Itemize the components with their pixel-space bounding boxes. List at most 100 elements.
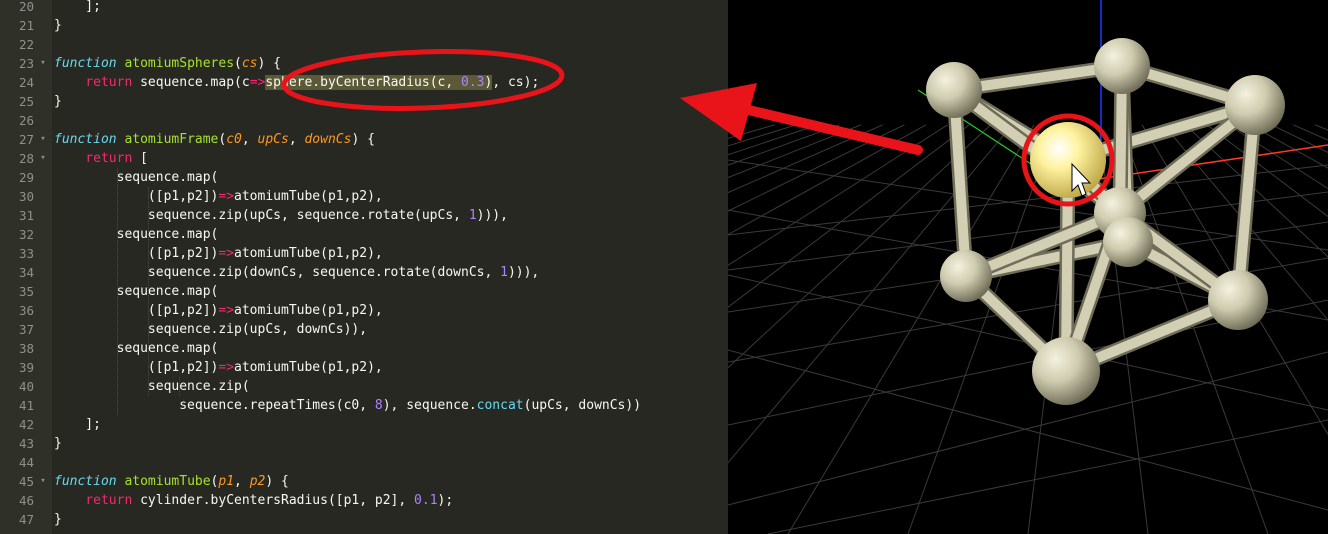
code-token: atomiumTube(p1,p2), bbox=[234, 360, 383, 375]
code-text: ]; bbox=[54, 415, 101, 434]
indent-guide bbox=[147, 187, 149, 396]
code-token: c0 bbox=[226, 132, 242, 147]
grid-line bbox=[728, 124, 992, 369]
code-line[interactable]: 30 ([p1,p2])=>atomiumTube(p1,p2), bbox=[0, 187, 728, 206]
grid-line bbox=[907, 124, 1057, 534]
code-line[interactable]: 28 ▾ return [ bbox=[0, 149, 728, 168]
code-token: , cs); bbox=[492, 75, 540, 90]
code-line[interactable]: 25} bbox=[0, 92, 728, 111]
code-line[interactable]: 20 ]; bbox=[0, 0, 728, 16]
code-line[interactable]: 21} bbox=[0, 16, 728, 35]
line-number: 39 bbox=[18, 360, 34, 375]
code-line[interactable]: 40 sequence.zip( bbox=[0, 377, 728, 396]
code-token: [ bbox=[132, 151, 148, 166]
code-text: ]; bbox=[54, 0, 101, 16]
code-line[interactable]: 27 ▾ function atomiumFrame(c0, upCs, downC… bbox=[0, 130, 728, 149]
fold-toggle-icon[interactable]: ▾ bbox=[37, 472, 49, 491]
code-text: sequence.zip( bbox=[54, 377, 250, 396]
sphere[interactable] bbox=[1103, 217, 1153, 267]
code-token: ([p1,p2]) bbox=[54, 303, 219, 318]
grid-line bbox=[728, 349, 1328, 511]
line-number: 33 bbox=[18, 246, 34, 261]
code-line[interactable]: 34 sequence.zip(downCs, sequence.rotate(… bbox=[0, 263, 728, 282]
code-line[interactable]: 22 bbox=[0, 35, 728, 54]
fold-toggle-icon[interactable]: ▾ bbox=[37, 54, 49, 73]
code-line[interactable]: 47} bbox=[0, 510, 728, 529]
code-token: p1 bbox=[218, 474, 235, 489]
code-token: 1 bbox=[468, 208, 477, 223]
sphere[interactable] bbox=[1094, 38, 1150, 94]
code-text: } bbox=[54, 92, 62, 111]
grid-line bbox=[728, 124, 840, 166]
code-line[interactable]: 45 ▾ function atomiumTube(p1, p2) { bbox=[0, 472, 728, 491]
grid-line bbox=[728, 124, 775, 139]
code-line[interactable]: 31 sequence.zip(upCs, sequence.rotate(up… bbox=[0, 206, 728, 225]
code-token: ); bbox=[437, 493, 454, 508]
selected-sphere[interactable] bbox=[1030, 122, 1106, 198]
grid-line bbox=[728, 351, 1328, 506]
code-line[interactable]: 36 ([p1,p2])=>atomiumTube(p1,p2), bbox=[0, 301, 728, 320]
code-line[interactable]: 29 sequence.map( bbox=[0, 168, 728, 187]
code-line[interactable]: 43} bbox=[0, 434, 728, 453]
code-line[interactable]: 46 return cylinder.byCentersRadius([p1, … bbox=[0, 491, 728, 510]
code-line[interactable]: 32 sequence.map( bbox=[0, 225, 728, 244]
sphere[interactable] bbox=[1225, 75, 1285, 135]
code-text: ([p1,p2])=>atomiumTube(p1,p2), bbox=[54, 301, 383, 320]
code-token: sequence.repeatTimes(c0, bbox=[54, 398, 375, 413]
fold-toggle-icon[interactable]: ▾ bbox=[37, 130, 49, 149]
line-number: 46 bbox=[18, 493, 34, 508]
line-number: 48 bbox=[0, 529, 34, 534]
code-text: } bbox=[54, 434, 62, 453]
indent-guide bbox=[116, 168, 118, 415]
code-token: concat bbox=[476, 398, 524, 413]
code-token: function bbox=[54, 56, 117, 71]
code-line[interactable]: 33 ([p1,p2])=>atomiumTube(p1,p2), bbox=[0, 244, 728, 263]
sphere[interactable] bbox=[940, 250, 992, 302]
code-token: function bbox=[54, 474, 117, 489]
code-line[interactable]: 37 sequence.zip(upCs, downCs)), bbox=[0, 320, 728, 339]
line-number: 43 bbox=[18, 436, 34, 451]
code-line[interactable]: 41 sequence.repeatTimes(c0, 8), sequence… bbox=[0, 396, 728, 415]
code-line[interactable]: 42 ]; bbox=[0, 415, 728, 434]
grid-line bbox=[728, 124, 884, 194]
3d-scene[interactable] bbox=[728, 0, 1328, 534]
code-token: sequence.map( bbox=[54, 341, 219, 356]
code-token: atomiumTube bbox=[124, 474, 211, 489]
line-number: 30 bbox=[18, 189, 34, 204]
code-text: ([p1,p2])=>atomiumTube(p1,p2), bbox=[54, 358, 383, 377]
code-line[interactable]: 44 bbox=[0, 453, 728, 472]
grid-line bbox=[1271, 124, 1328, 153]
3d-viewport[interactable] bbox=[728, 0, 1328, 534]
line-number: 41 bbox=[18, 398, 34, 413]
code-text: return cylinder.byCentersRadius([p1, p2]… bbox=[54, 491, 453, 510]
code-line[interactable]: 48 bbox=[0, 529, 728, 534]
code-token: ))), bbox=[476, 208, 508, 223]
code-token: return bbox=[85, 75, 133, 90]
code-token: } bbox=[54, 512, 62, 527]
code-line[interactable]: 39 ([p1,p2])=>atomiumTube(p1,p2), bbox=[0, 358, 728, 377]
code-text: function atomiumSpheres(cs) { bbox=[54, 54, 281, 73]
line-number: 38 bbox=[18, 341, 34, 356]
code-line[interactable]: 23 ▾ function atomiumSpheres(cs) { bbox=[0, 54, 728, 73]
code-token: 1 bbox=[500, 265, 508, 280]
code-token: => bbox=[218, 189, 235, 204]
line-number: 23 bbox=[18, 56, 34, 71]
code-token: return bbox=[85, 493, 133, 508]
code-token: sequence.zip(downCs, sequence.rotate(dow… bbox=[54, 265, 501, 280]
code-token: sequence.map(c bbox=[132, 75, 250, 90]
code-token: } bbox=[54, 18, 62, 33]
code-line[interactable]: 26 bbox=[0, 111, 728, 130]
sphere[interactable] bbox=[926, 62, 982, 118]
code-line[interactable]: 35 sequence.map( bbox=[0, 282, 728, 301]
code-token: upCs bbox=[257, 132, 289, 147]
sphere[interactable] bbox=[1032, 337, 1100, 405]
code-editor[interactable]: 20 ]; 21} 22 23 ▾ function atomiumSpheres(cs)… bbox=[0, 0, 728, 534]
fold-toggle-icon[interactable]: ▾ bbox=[37, 149, 49, 168]
code-text: function atomiumTube(p1, p2) { bbox=[54, 472, 289, 491]
code-line[interactable]: 24 return sequence.map(c=>sphere.byCente… bbox=[0, 73, 728, 92]
sphere[interactable] bbox=[1208, 270, 1268, 330]
code-line[interactable]: 38 sequence.map( bbox=[0, 339, 728, 358]
code-token: ))), bbox=[507, 265, 540, 280]
line-number: 36 bbox=[18, 303, 34, 318]
